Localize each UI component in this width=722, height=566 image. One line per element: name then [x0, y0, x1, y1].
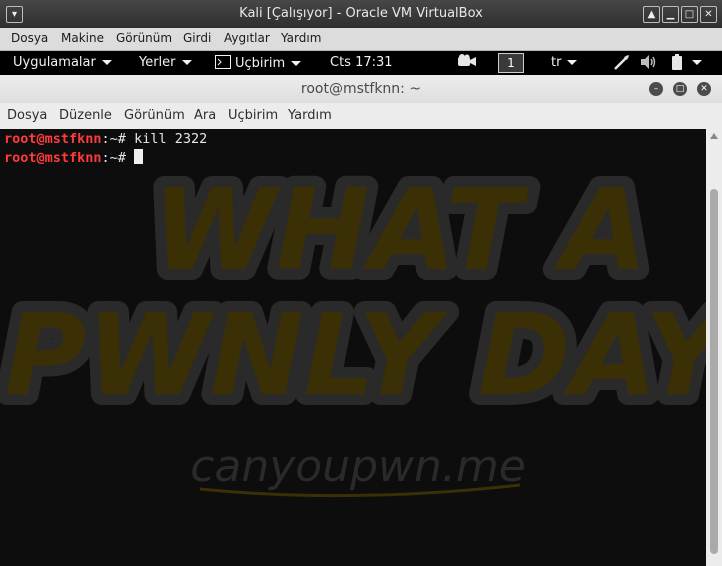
menu-yardim[interactable]: Yardım	[281, 31, 321, 45]
minimize-icon[interactable]: ▁	[662, 6, 679, 23]
scrollbar-thumb[interactable]	[710, 189, 718, 554]
window-title: Kali [Çalışıyor] - Oracle VM VirtualBox	[239, 6, 483, 21]
terminal-line: root@mstfknn:~# kill 2322	[4, 131, 208, 147]
gnome-top-panel: Uygulamalar Yerler Uçbirim Cts 17:31 1 t…	[0, 51, 722, 75]
terminal-title-bar: root@mstfknn: ~ – □ ✕	[0, 75, 722, 103]
terminal-menu-yardim[interactable]: Yardım	[288, 108, 332, 123]
chevron-down-icon	[101, 60, 112, 65]
volume-icon[interactable]	[640, 54, 658, 74]
minimize-icon[interactable]: –	[649, 82, 663, 96]
terminal-menu-bar: Dosya Düzenle Görünüm Ara Uçbirim Yardım	[0, 103, 722, 130]
terminal-title: root@mstfknn: ~	[300, 81, 422, 97]
wallpaper-site: canyoupwn.me	[190, 441, 526, 492]
wallpaper-line1: WHAT A	[152, 166, 647, 296]
menu-girdi[interactable]: Girdi	[183, 31, 211, 45]
terminal-app-menu[interactable]: Uçbirim	[215, 55, 302, 71]
menu-dosya[interactable]: Dosya	[11, 31, 48, 45]
maximize-icon[interactable]: □	[673, 82, 687, 96]
terminal-icon	[215, 55, 231, 69]
system-menu-chevron-icon[interactable]	[692, 55, 702, 70]
virtualbox-title-bar: ▾ Kali [Çalışıyor] - Oracle VM VirtualBo…	[0, 0, 722, 28]
scroll-up-icon[interactable]	[710, 133, 718, 139]
workspace-indicator[interactable]: 1	[498, 53, 524, 73]
menu-aygitlar[interactable]: Aygıtlar	[224, 31, 270, 45]
applications-menu[interactable]: Uygulamalar	[13, 55, 112, 70]
terminal-menu-dosya[interactable]: Dosya	[7, 108, 47, 123]
network-icon[interactable]	[613, 54, 631, 74]
menu-gorunum[interactable]: Görünüm	[116, 31, 172, 45]
terminal-line: root@mstfknn:~#	[4, 149, 144, 166]
terminal-menu-ara[interactable]: Ara	[194, 108, 216, 123]
menu-makine[interactable]: Makine	[61, 31, 104, 45]
wallpaper-logo: WHAT A WHAT A PWNLY DAY PWNLY DAY canyou…	[0, 155, 706, 498]
clock[interactable]: Cts 17:31	[330, 55, 393, 70]
terminal-area[interactable]: WHAT A WHAT A PWNLY DAY PWNLY DAY canyou…	[0, 129, 706, 566]
terminal-menu-duzenle[interactable]: Düzenle	[59, 108, 112, 123]
text-cursor	[134, 149, 144, 164]
close-icon[interactable]: ✕	[700, 6, 717, 23]
wallpaper-line2: PWNLY DAY	[4, 291, 706, 421]
camera-icon[interactable]	[458, 54, 476, 72]
terminal-menu-gorunum[interactable]: Görünüm	[124, 108, 185, 123]
places-menu[interactable]: Yerler	[139, 55, 192, 70]
close-icon[interactable]: ✕	[697, 82, 711, 96]
terminal-menu-ucbirim[interactable]: Uçbirim	[228, 108, 278, 123]
chevron-down-icon	[291, 61, 302, 66]
keyboard-layout[interactable]: tr	[551, 55, 578, 70]
maximize-icon[interactable]: □	[681, 6, 698, 23]
battery-icon[interactable]	[671, 54, 683, 74]
terminal-scrollbar[interactable]	[706, 129, 722, 566]
chevron-down-icon	[181, 60, 192, 65]
virtualbox-menu-bar: Dosya Makine Görünüm Girdi Aygıtlar Yard…	[0, 28, 722, 51]
chevron-down-icon	[567, 60, 578, 65]
shade-icon[interactable]: ▲	[643, 6, 660, 23]
